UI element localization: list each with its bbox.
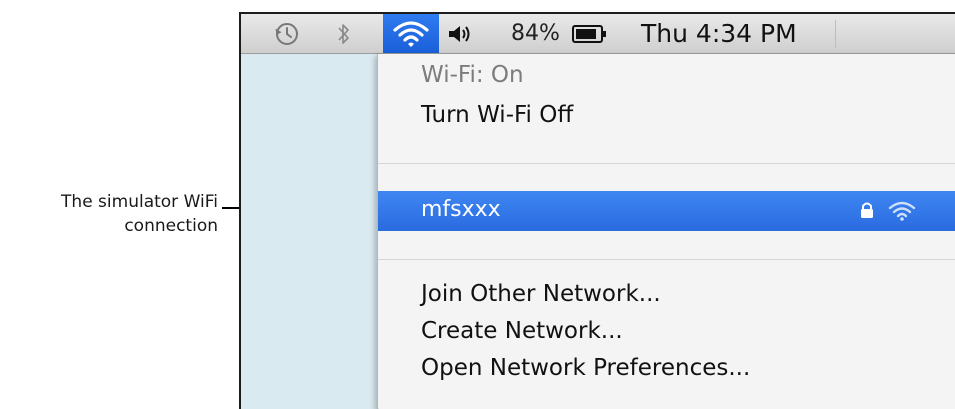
time-machine-icon[interactable] [269, 14, 305, 53]
battery-percent[interactable]: 84% [511, 14, 560, 53]
wifi-dropdown-menu: Wi-Fi: On Turn Wi-Fi Off mfsxxx Join Oth… [377, 54, 955, 409]
network-name: mfsxxx [421, 197, 501, 222]
menu-separator [378, 163, 955, 164]
bluetooth-icon[interactable] [331, 14, 357, 53]
menu-bar: 84% Thu 4:34 PM [241, 14, 955, 54]
network-item-mfsxxx[interactable]: mfsxxx [378, 191, 955, 231]
screenshot-frame: 84% Thu 4:34 PM Wi-Fi: On Turn Wi-Fi Off… [239, 12, 955, 409]
turn-wifi-off-item[interactable]: Turn Wi-Fi Off [421, 102, 573, 128]
lock-icon [860, 201, 874, 224]
menu-bar-clock[interactable]: Thu 4:34 PM [641, 14, 797, 53]
wifi-icon[interactable] [383, 14, 439, 53]
create-network-item[interactable]: Create Network... [421, 318, 623, 344]
wifi-status: Wi-Fi: On [421, 62, 524, 88]
callout-annotation: The simulator WiFi connection [0, 190, 218, 238]
callout-line1: The simulator WiFi [61, 192, 218, 212]
join-other-network-item[interactable]: Join Other Network... [421, 281, 661, 307]
wifi-signal-icon [888, 200, 916, 227]
battery-icon[interactable] [570, 14, 610, 53]
callout-line2: connection [124, 216, 218, 236]
menu-bar-divider [835, 20, 836, 48]
menu-separator [378, 259, 955, 260]
volume-icon[interactable] [445, 14, 475, 53]
open-network-preferences-item[interactable]: Open Network Preferences... [421, 355, 750, 381]
